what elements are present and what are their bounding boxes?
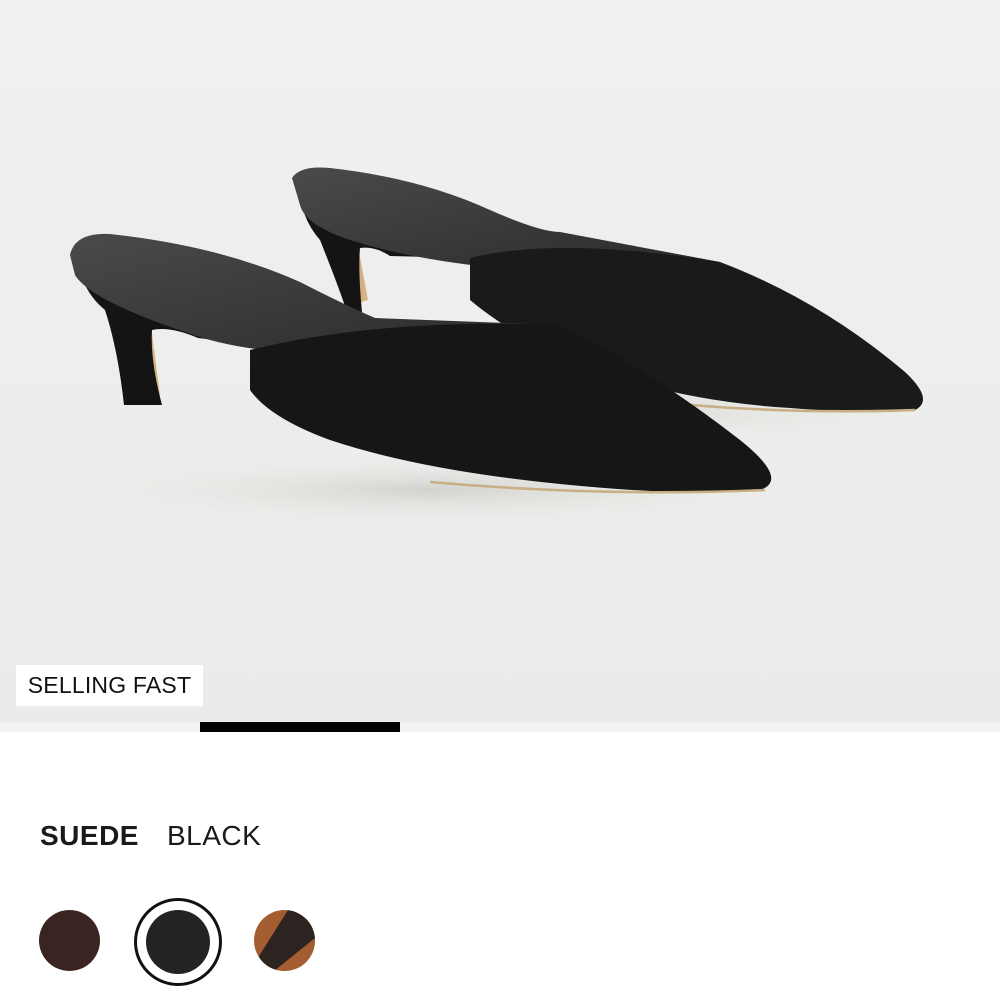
product-image[interactable]: SELLING FAST (0, 0, 1000, 722)
swatch-black-fill (146, 910, 210, 974)
product-page: SELLING FAST SUEDE BLACK (0, 0, 1000, 1000)
swatch-dark-brown-fill (39, 910, 100, 971)
variant-label: SUEDE BLACK (40, 816, 261, 856)
swatch-brown-split[interactable] (242, 898, 330, 986)
swatch-dark-brown[interactable] (27, 898, 115, 986)
swatch-black[interactable] (134, 898, 222, 986)
selling-fast-badge: SELLING FAST (16, 665, 203, 706)
pager-segment-active[interactable] (200, 722, 400, 732)
pager-segment[interactable] (400, 722, 600, 732)
swatch-brown-split-fill (254, 910, 315, 971)
pager-segment[interactable] (0, 722, 200, 732)
material-label: SUEDE (40, 820, 139, 851)
pager-segment[interactable] (600, 722, 800, 732)
pager-segment[interactable] (800, 722, 1000, 732)
color-label: BLACK (166, 820, 262, 851)
shoe-pair-image (0, 0, 1000, 722)
